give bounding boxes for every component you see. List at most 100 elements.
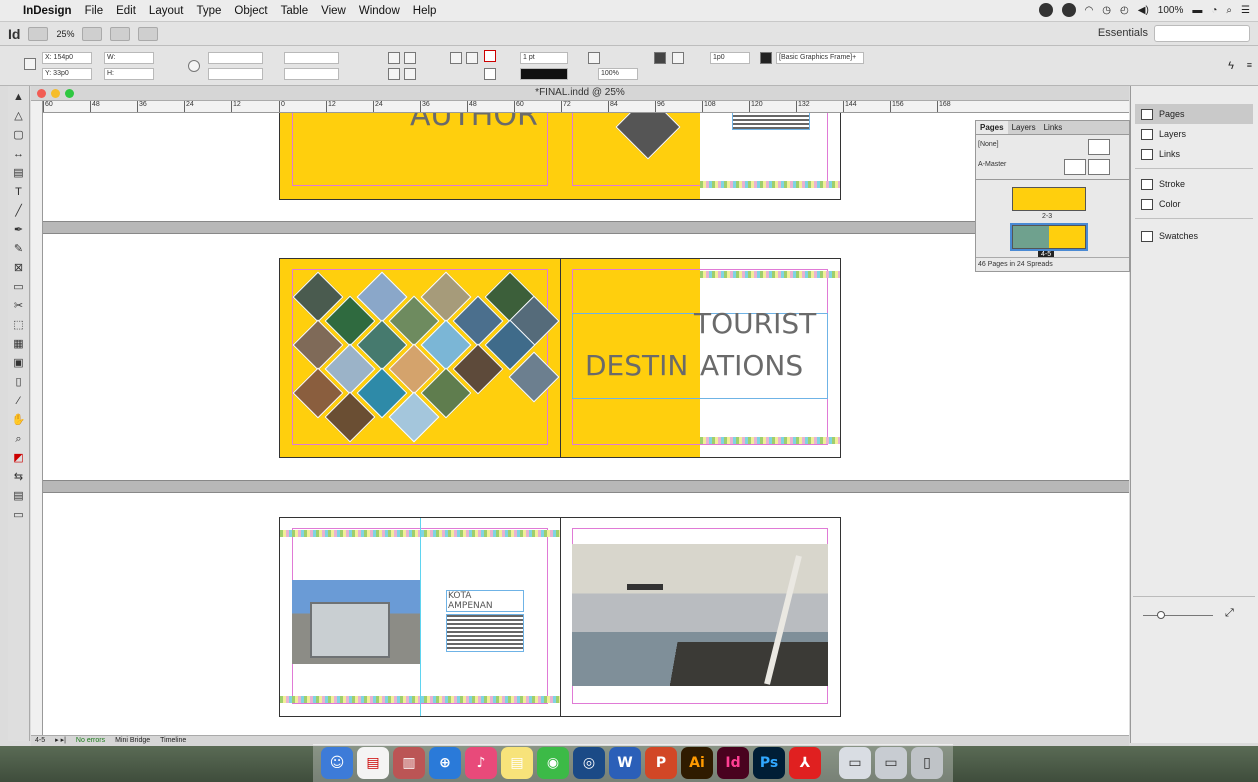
building-photo[interactable]: [292, 580, 420, 664]
time-machine-icon[interactable]: ◴: [1120, 5, 1129, 16]
gap-field[interactable]: 1p0: [710, 52, 750, 64]
fit-icon[interactable]: ⤢: [1225, 607, 1234, 620]
spread-thumb-4-5[interactable]: [1010, 223, 1088, 251]
heading-line-2a[interactable]: DESTIN: [585, 349, 688, 382]
zoom-tool-icon[interactable]: ⌕: [11, 431, 27, 447]
documents-icon[interactable]: ▭: [875, 747, 907, 779]
harbor-photo[interactable]: [572, 544, 828, 686]
workspace-switcher[interactable]: Essentials: [1098, 27, 1148, 39]
heading-line-2b[interactable]: ATIONS: [700, 349, 803, 382]
finder-icon[interactable]: ☺: [321, 747, 353, 779]
x-position-field[interactable]: X: 154p0: [42, 52, 92, 64]
view-options-button[interactable]: [82, 26, 103, 41]
text-frame[interactable]: [732, 113, 810, 130]
close-window-icon[interactable]: [37, 89, 46, 98]
gradient-swatch-tool-icon[interactable]: ▦: [11, 336, 27, 352]
zoom-window-icon[interactable]: [65, 89, 74, 98]
flag-icon[interactable]: ▬: [1192, 5, 1202, 16]
menu-layout[interactable]: Layout: [149, 5, 184, 17]
photoshop-icon[interactable]: Ps: [753, 747, 785, 779]
note-tool-icon[interactable]: ▯: [11, 374, 27, 390]
clock-icon[interactable]: ◷: [1102, 5, 1111, 16]
fill-swatch[interactable]: [484, 50, 496, 62]
spread-thumb-2-3[interactable]: [1012, 187, 1086, 211]
timeline-tab[interactable]: Timeline: [160, 736, 186, 746]
caption-frame[interactable]: KOTA AMPENAN: [446, 590, 524, 612]
spread-2-3[interactable]: AUTHOR: [279, 113, 841, 200]
status-app-icon-2[interactable]: [1061, 3, 1076, 17]
indesign-icon[interactable]: Id: [717, 747, 749, 779]
opacity-field[interactable]: 100%: [598, 68, 638, 80]
menu-help[interactable]: Help: [413, 5, 437, 17]
swap-fill-icon[interactable]: ⇆: [11, 469, 27, 485]
document-canvas[interactable]: AUTHOR TOURIST DESTIN ATIONS KOTA AMPENA…: [43, 113, 1129, 743]
rectangle-frame-tool-icon[interactable]: ⊠: [11, 260, 27, 276]
master-none-thumb[interactable]: [1088, 139, 1110, 155]
tab-links[interactable]: Links: [1040, 121, 1067, 134]
direct-selection-tool-icon[interactable]: △: [11, 108, 27, 124]
notification-icon[interactable]: ☰: [1241, 5, 1250, 16]
notes-icon[interactable]: ▤: [501, 747, 533, 779]
powerpoint-icon[interactable]: P: [645, 747, 677, 779]
wifi-icon[interactable]: ◠: [1085, 5, 1094, 16]
scale-y-field[interactable]: [208, 68, 263, 80]
flip-v-icon[interactable]: [404, 68, 416, 80]
dock-pages[interactable]: Pages: [1135, 104, 1253, 124]
illustrator-icon[interactable]: Ai: [681, 747, 713, 779]
spread-6-7[interactable]: KOTA AMPENAN: [279, 517, 841, 717]
dock-links[interactable]: Links: [1135, 144, 1253, 164]
shear-field[interactable]: [284, 68, 339, 80]
reference-point-icon[interactable]: [24, 58, 36, 70]
page-tool-icon[interactable]: ▢: [11, 127, 27, 143]
photo-frame[interactable]: [600, 113, 690, 164]
type-tool-icon[interactable]: T: [11, 184, 27, 200]
acrobat-icon[interactable]: ⅄: [789, 747, 821, 779]
tab-pages[interactable]: Pages: [976, 121, 1008, 134]
scale-x-field[interactable]: [208, 52, 263, 64]
fit-content-icon[interactable]: [588, 52, 600, 64]
screen-mode-button[interactable]: [110, 26, 131, 41]
hand-tool-icon[interactable]: ✋: [11, 412, 27, 428]
menu-edit[interactable]: Edit: [116, 5, 136, 17]
word-icon[interactable]: W: [609, 747, 641, 779]
stroke-type-field[interactable]: [520, 68, 568, 80]
downloads-icon[interactable]: ▭: [839, 747, 871, 779]
master-none[interactable]: [None]: [978, 141, 999, 148]
line-icon[interactable]: ◉: [537, 747, 569, 779]
dock-color[interactable]: Color: [1135, 194, 1253, 214]
rotate-field[interactable]: [284, 52, 339, 64]
scissors-tool-icon[interactable]: ✂: [11, 298, 27, 314]
arrange-documents-button[interactable]: [138, 26, 159, 41]
rectangle-tool-icon[interactable]: ▭: [11, 279, 27, 295]
rotate-cw-icon[interactable]: [388, 52, 400, 64]
menu-table[interactable]: Table: [281, 5, 309, 17]
tab-layers[interactable]: Layers: [1008, 121, 1040, 134]
master-a-thumb-right[interactable]: [1088, 159, 1110, 175]
zoom-slider-handle[interactable]: [1157, 611, 1165, 619]
object-style-field[interactable]: [Basic Graphics Frame]+: [776, 52, 864, 64]
volume-icon[interactable]: ◀): [1138, 5, 1149, 16]
master-a[interactable]: A-Master: [978, 161, 1006, 168]
menu-window[interactable]: Window: [359, 5, 400, 17]
search-field[interactable]: [1154, 25, 1250, 42]
rotate-ccw-icon[interactable]: [404, 52, 416, 64]
heading-line-1[interactable]: TOURIST: [694, 307, 816, 340]
battery-label[interactable]: 100%: [1158, 5, 1184, 16]
safari-icon[interactable]: ⊕: [429, 747, 461, 779]
select-container-icon[interactable]: [450, 52, 462, 64]
screen-mode-icon[interactable]: ▭: [11, 507, 27, 523]
flip-h-icon[interactable]: [388, 68, 400, 80]
menu-object[interactable]: Object: [234, 5, 267, 17]
calendar-icon[interactable]: ▤: [357, 747, 389, 779]
trash-icon[interactable]: ▯: [911, 747, 943, 779]
height-field[interactable]: H:: [104, 68, 154, 80]
zoom-slider[interactable]: [1143, 615, 1213, 616]
time-icon[interactable]: ◔: [1211, 5, 1217, 16]
preflight-status[interactable]: No errors: [76, 736, 105, 746]
line-tool-icon[interactable]: ╱: [11, 203, 27, 219]
menu-view[interactable]: View: [321, 5, 346, 17]
horizontal-ruler[interactable]: 60 48 36 24 12 0 12 24 36 48 60 72 84 96…: [43, 101, 1129, 113]
bridge-button[interactable]: [28, 26, 49, 41]
gradient-feather-tool-icon[interactable]: ▣: [11, 355, 27, 371]
select-content-icon[interactable]: [466, 52, 478, 64]
